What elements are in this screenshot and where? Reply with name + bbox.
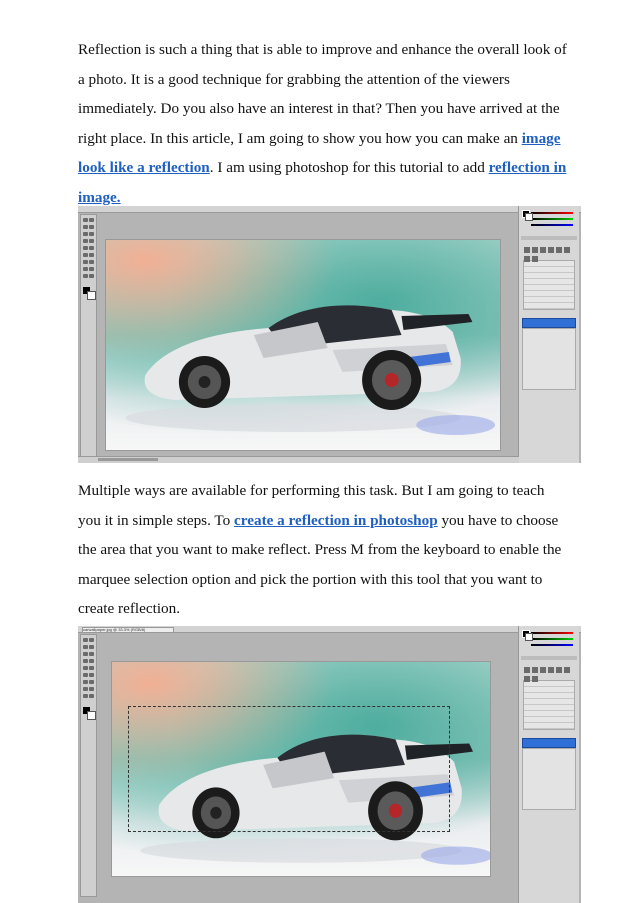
- document-tab[interactable]: carwallpaper.jpg @ 33.3% (RGB/8): [82, 627, 174, 633]
- menu-bar: [78, 206, 581, 213]
- layer-background-selected[interactable]: [522, 738, 576, 748]
- intro-text-2: . I am using photoshop for this tutorial…: [209, 159, 489, 176]
- steps-paragraph: Multiple ways are available for performi…: [78, 476, 568, 624]
- sports-car-image: [125, 305, 496, 435]
- marquee-selection[interactable]: [128, 706, 450, 832]
- layer-background-selected[interactable]: [522, 318, 576, 328]
- intro-paragraph: Reflection is such a thing that is able …: [78, 35, 568, 212]
- car-image-canvas: [106, 240, 500, 450]
- car-image-canvas: [112, 662, 490, 876]
- photoshop-screenshot-1: [78, 206, 581, 463]
- status-bar: [78, 456, 519, 463]
- right-panels: [518, 206, 579, 463]
- tools-panel: [80, 214, 97, 457]
- tools-panel: [80, 634, 97, 897]
- menu-bar: carwallpaper.jpg @ 33.3% (RGB/8): [78, 626, 581, 633]
- intro-text-1: Reflection is such a thing that is able …: [78, 41, 567, 147]
- right-panels: [518, 626, 579, 903]
- create-reflection-link[interactable]: create a reflection in photoshop: [234, 512, 438, 529]
- photoshop-screenshot-2: carwallpaper.jpg @ 33.3% (RGB/8): [78, 626, 581, 903]
